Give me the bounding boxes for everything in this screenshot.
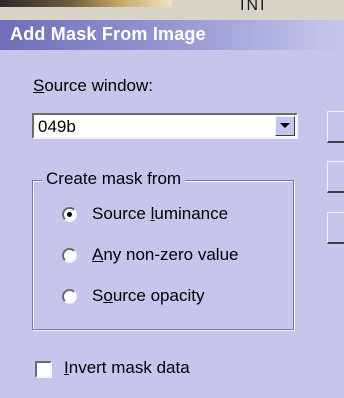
radio-label-text: urce opacity [112, 286, 205, 305]
radio-label-mnemonic: A [92, 245, 104, 264]
invert-mask-label[interactable]: Invert mask data [64, 358, 190, 378]
radio-selected-dot [67, 212, 72, 217]
radio-button[interactable] [62, 207, 77, 222]
create-mask-group-label: Create mask from [42, 169, 186, 189]
radio-label: Source luminance [92, 204, 228, 224]
radio-label-text: ny non-zero value [103, 245, 239, 264]
source-window-dropdown[interactable]: 049b [32, 113, 298, 139]
dialog-button-1[interactable] [327, 111, 344, 143]
radio-label-text: uminance [154, 204, 229, 223]
dialog-title: Add Mask From Image [10, 24, 206, 44]
invert-mask-label-text: nvert mask data [68, 358, 190, 377]
source-window-value: 049b [38, 117, 76, 136]
radio-button[interactable] [62, 248, 77, 263]
chevron-down-icon [280, 123, 290, 128]
background-image-fragment [0, 0, 172, 7]
radio-label-mnemonic: o [103, 286, 113, 305]
dialog-button-3[interactable] [327, 212, 344, 244]
radio-label-text: S [92, 286, 104, 305]
background-window-strip: INI [0, 0, 344, 20]
dropdown-button[interactable] [275, 116, 295, 136]
radio-label: Any non-zero value [92, 245, 238, 265]
source-window-label: Source window: [33, 76, 153, 96]
dialog-button-2[interactable] [327, 161, 344, 193]
source-window-label-text: ource window: [44, 76, 154, 95]
radio-label: Source opacity [92, 286, 204, 306]
radio-label-text: Source [92, 204, 151, 223]
background-text-fragment: INI [240, 0, 267, 14]
radio-button[interactable] [62, 289, 77, 304]
dialog-title-bar[interactable]: Add Mask From Image [0, 20, 344, 50]
source-window-mnemonic: S [33, 76, 45, 95]
invert-mask-checkbox[interactable] [35, 361, 52, 378]
